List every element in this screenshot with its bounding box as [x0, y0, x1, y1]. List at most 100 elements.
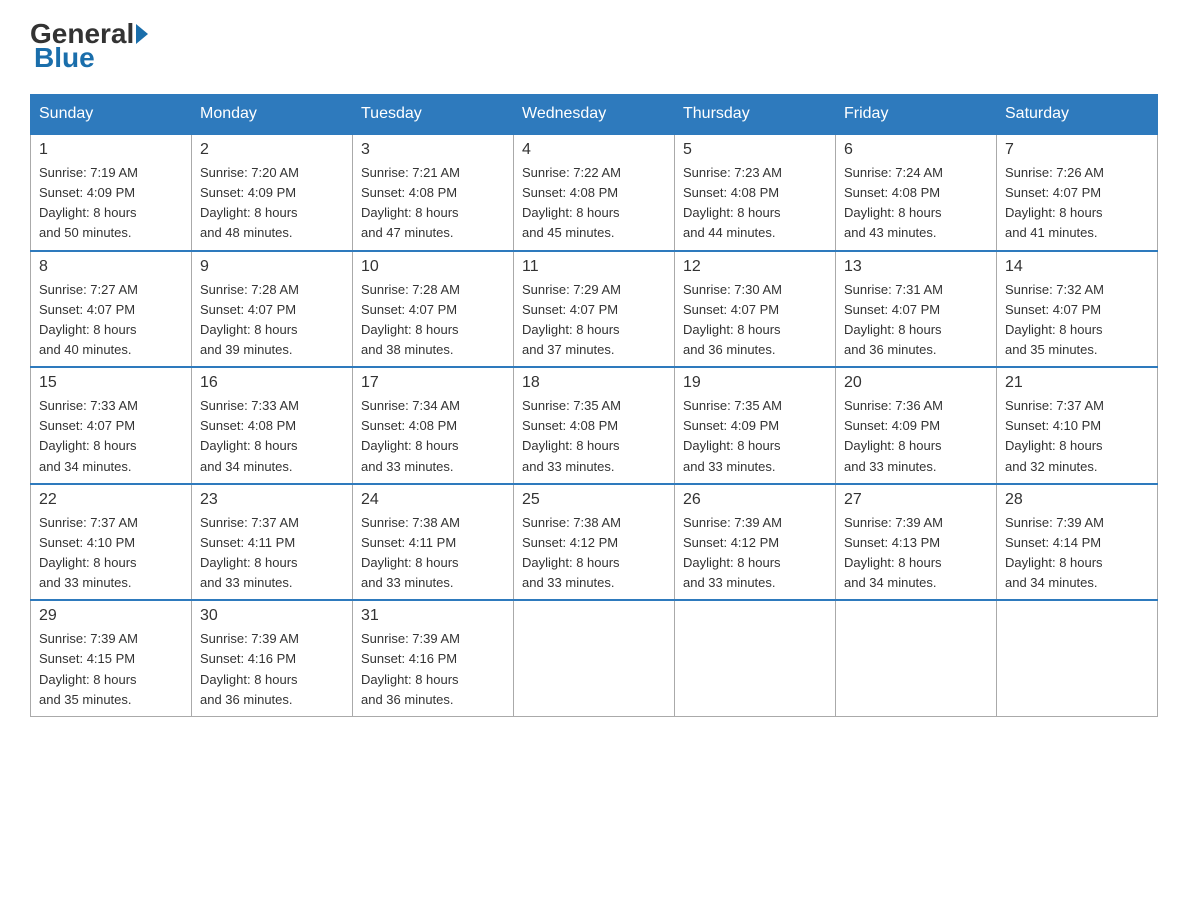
day-info: Sunrise: 7:27 AM Sunset: 4:07 PM Dayligh…	[39, 280, 183, 361]
calendar-cell: 21 Sunrise: 7:37 AM Sunset: 4:10 PM Dayl…	[997, 367, 1158, 484]
calendar-header: SundayMondayTuesdayWednesdayThursdayFrid…	[31, 95, 1158, 135]
day-number: 1	[39, 141, 183, 159]
day-info: Sunrise: 7:37 AM Sunset: 4:10 PM Dayligh…	[1005, 396, 1149, 477]
day-info: Sunrise: 7:39 AM Sunset: 4:16 PM Dayligh…	[200, 629, 344, 710]
week-row-4: 22 Sunrise: 7:37 AM Sunset: 4:10 PM Dayl…	[31, 484, 1158, 601]
day-info: Sunrise: 7:31 AM Sunset: 4:07 PM Dayligh…	[844, 280, 988, 361]
logo: General Blue	[30, 20, 150, 74]
week-row-2: 8 Sunrise: 7:27 AM Sunset: 4:07 PM Dayli…	[31, 251, 1158, 368]
day-number: 23	[200, 491, 344, 509]
day-info: Sunrise: 7:28 AM Sunset: 4:07 PM Dayligh…	[361, 280, 505, 361]
day-info: Sunrise: 7:33 AM Sunset: 4:08 PM Dayligh…	[200, 396, 344, 477]
day-info: Sunrise: 7:21 AM Sunset: 4:08 PM Dayligh…	[361, 163, 505, 244]
day-number: 16	[200, 374, 344, 392]
calendar-cell: 16 Sunrise: 7:33 AM Sunset: 4:08 PM Dayl…	[192, 367, 353, 484]
calendar-body: 1 Sunrise: 7:19 AM Sunset: 4:09 PM Dayli…	[31, 134, 1158, 716]
day-number: 13	[844, 258, 988, 276]
weekday-header-thursday: Thursday	[675, 95, 836, 135]
day-number: 30	[200, 607, 344, 625]
day-info: Sunrise: 7:20 AM Sunset: 4:09 PM Dayligh…	[200, 163, 344, 244]
day-info: Sunrise: 7:37 AM Sunset: 4:10 PM Dayligh…	[39, 513, 183, 594]
day-info: Sunrise: 7:22 AM Sunset: 4:08 PM Dayligh…	[522, 163, 666, 244]
day-number: 27	[844, 491, 988, 509]
calendar-cell: 2 Sunrise: 7:20 AM Sunset: 4:09 PM Dayli…	[192, 134, 353, 251]
calendar-cell	[997, 600, 1158, 716]
day-number: 15	[39, 374, 183, 392]
day-info: Sunrise: 7:19 AM Sunset: 4:09 PM Dayligh…	[39, 163, 183, 244]
day-number: 24	[361, 491, 505, 509]
week-row-1: 1 Sunrise: 7:19 AM Sunset: 4:09 PM Dayli…	[31, 134, 1158, 251]
day-number: 29	[39, 607, 183, 625]
calendar-cell: 5 Sunrise: 7:23 AM Sunset: 4:08 PM Dayli…	[675, 134, 836, 251]
calendar-cell: 31 Sunrise: 7:39 AM Sunset: 4:16 PM Dayl…	[353, 600, 514, 716]
day-info: Sunrise: 7:23 AM Sunset: 4:08 PM Dayligh…	[683, 163, 827, 244]
day-number: 31	[361, 607, 505, 625]
calendar-cell: 6 Sunrise: 7:24 AM Sunset: 4:08 PM Dayli…	[836, 134, 997, 251]
day-number: 26	[683, 491, 827, 509]
weekday-header-sunday: Sunday	[31, 95, 192, 135]
calendar-cell: 19 Sunrise: 7:35 AM Sunset: 4:09 PM Dayl…	[675, 367, 836, 484]
day-info: Sunrise: 7:26 AM Sunset: 4:07 PM Dayligh…	[1005, 163, 1149, 244]
day-info: Sunrise: 7:33 AM Sunset: 4:07 PM Dayligh…	[39, 396, 183, 477]
calendar-cell	[675, 600, 836, 716]
day-number: 28	[1005, 491, 1149, 509]
day-number: 6	[844, 141, 988, 159]
calendar-cell: 9 Sunrise: 7:28 AM Sunset: 4:07 PM Dayli…	[192, 251, 353, 368]
calendar-cell	[514, 600, 675, 716]
weekday-header-friday: Friday	[836, 95, 997, 135]
calendar-cell: 25 Sunrise: 7:38 AM Sunset: 4:12 PM Dayl…	[514, 484, 675, 601]
day-number: 5	[683, 141, 827, 159]
calendar-cell: 15 Sunrise: 7:33 AM Sunset: 4:07 PM Dayl…	[31, 367, 192, 484]
day-number: 11	[522, 258, 666, 276]
calendar-cell: 20 Sunrise: 7:36 AM Sunset: 4:09 PM Dayl…	[836, 367, 997, 484]
weekday-header-tuesday: Tuesday	[353, 95, 514, 135]
day-info: Sunrise: 7:39 AM Sunset: 4:15 PM Dayligh…	[39, 629, 183, 710]
day-info: Sunrise: 7:38 AM Sunset: 4:11 PM Dayligh…	[361, 513, 505, 594]
day-info: Sunrise: 7:28 AM Sunset: 4:07 PM Dayligh…	[200, 280, 344, 361]
header: General Blue	[30, 20, 1158, 74]
calendar-cell: 24 Sunrise: 7:38 AM Sunset: 4:11 PM Dayl…	[353, 484, 514, 601]
calendar-cell: 26 Sunrise: 7:39 AM Sunset: 4:12 PM Dayl…	[675, 484, 836, 601]
day-number: 7	[1005, 141, 1149, 159]
day-number: 22	[39, 491, 183, 509]
day-number: 17	[361, 374, 505, 392]
day-number: 9	[200, 258, 344, 276]
day-number: 21	[1005, 374, 1149, 392]
week-row-3: 15 Sunrise: 7:33 AM Sunset: 4:07 PM Dayl…	[31, 367, 1158, 484]
day-info: Sunrise: 7:29 AM Sunset: 4:07 PM Dayligh…	[522, 280, 666, 361]
day-number: 3	[361, 141, 505, 159]
day-number: 12	[683, 258, 827, 276]
calendar-cell: 30 Sunrise: 7:39 AM Sunset: 4:16 PM Dayl…	[192, 600, 353, 716]
day-number: 20	[844, 374, 988, 392]
logo-blue-part	[134, 24, 150, 44]
calendar-cell: 1 Sunrise: 7:19 AM Sunset: 4:09 PM Dayli…	[31, 134, 192, 251]
day-number: 19	[683, 374, 827, 392]
calendar-cell: 14 Sunrise: 7:32 AM Sunset: 4:07 PM Dayl…	[997, 251, 1158, 368]
day-number: 2	[200, 141, 344, 159]
calendar-cell: 22 Sunrise: 7:37 AM Sunset: 4:10 PM Dayl…	[31, 484, 192, 601]
calendar-cell: 12 Sunrise: 7:30 AM Sunset: 4:07 PM Dayl…	[675, 251, 836, 368]
weekday-header-row: SundayMondayTuesdayWednesdayThursdayFrid…	[31, 95, 1158, 135]
day-number: 8	[39, 258, 183, 276]
calendar-cell: 10 Sunrise: 7:28 AM Sunset: 4:07 PM Dayl…	[353, 251, 514, 368]
day-info: Sunrise: 7:35 AM Sunset: 4:08 PM Dayligh…	[522, 396, 666, 477]
weekday-header-monday: Monday	[192, 95, 353, 135]
day-info: Sunrise: 7:32 AM Sunset: 4:07 PM Dayligh…	[1005, 280, 1149, 361]
calendar-cell: 4 Sunrise: 7:22 AM Sunset: 4:08 PM Dayli…	[514, 134, 675, 251]
day-info: Sunrise: 7:39 AM Sunset: 4:13 PM Dayligh…	[844, 513, 988, 594]
day-info: Sunrise: 7:30 AM Sunset: 4:07 PM Dayligh…	[683, 280, 827, 361]
calendar-cell: 8 Sunrise: 7:27 AM Sunset: 4:07 PM Dayli…	[31, 251, 192, 368]
day-info: Sunrise: 7:37 AM Sunset: 4:11 PM Dayligh…	[200, 513, 344, 594]
logo-blue-label: Blue	[34, 42, 95, 74]
day-info: Sunrise: 7:39 AM Sunset: 4:16 PM Dayligh…	[361, 629, 505, 710]
calendar-cell: 3 Sunrise: 7:21 AM Sunset: 4:08 PM Dayli…	[353, 134, 514, 251]
day-info: Sunrise: 7:39 AM Sunset: 4:14 PM Dayligh…	[1005, 513, 1149, 594]
calendar-table: SundayMondayTuesdayWednesdayThursdayFrid…	[30, 94, 1158, 717]
calendar-cell	[836, 600, 997, 716]
day-info: Sunrise: 7:24 AM Sunset: 4:08 PM Dayligh…	[844, 163, 988, 244]
weekday-header-wednesday: Wednesday	[514, 95, 675, 135]
calendar-cell: 18 Sunrise: 7:35 AM Sunset: 4:08 PM Dayl…	[514, 367, 675, 484]
day-info: Sunrise: 7:35 AM Sunset: 4:09 PM Dayligh…	[683, 396, 827, 477]
calendar-cell: 7 Sunrise: 7:26 AM Sunset: 4:07 PM Dayli…	[997, 134, 1158, 251]
calendar-cell: 29 Sunrise: 7:39 AM Sunset: 4:15 PM Dayl…	[31, 600, 192, 716]
